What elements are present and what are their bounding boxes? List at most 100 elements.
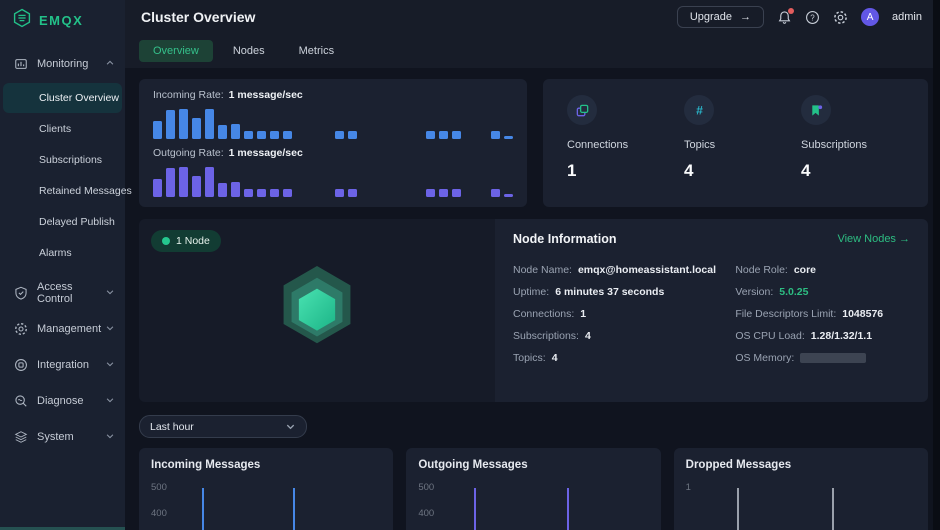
notifications-bell-icon[interactable] (777, 10, 792, 25)
node-info-row-topics: Topics: 4 (513, 347, 735, 369)
tab-overview[interactable]: Overview (139, 40, 213, 62)
y-axis-tick: 400 (418, 508, 434, 519)
outgoing-rate-bar (179, 167, 188, 197)
incoming-rate-bar (179, 109, 188, 139)
help-icon[interactable]: ? (805, 10, 820, 25)
node-info-row-os-memory: OS Memory: (735, 347, 910, 369)
outgoing-rate-bar (452, 189, 461, 197)
incoming-rate-bar (504, 136, 513, 139)
incoming-rate-bar (257, 131, 266, 139)
node-info-label: Subscriptions: (513, 330, 579, 342)
svg-text:#: # (696, 103, 703, 117)
outgoing-rate-bar (439, 189, 448, 197)
y-axis-tick: 1 (686, 482, 691, 493)
outgoing-messages-spike (474, 488, 476, 530)
plug-icon (13, 358, 29, 372)
node-information-panel: Node Information View Nodes → Node Name:… (495, 219, 928, 402)
message-rate-panel: Incoming Rate:1 message/secOutgoing Rate… (139, 79, 527, 207)
page-scrollbar[interactable] (933, 0, 940, 530)
incoming-rate-bar (426, 131, 435, 139)
page-title: Cluster Overview (141, 9, 677, 25)
sidebar-item-subscriptions[interactable]: Subscriptions (3, 145, 122, 175)
outgoing-messages-spike (567, 488, 569, 530)
incoming-rate-bar (452, 131, 461, 139)
avatar[interactable]: A (861, 8, 879, 26)
incoming-rate-bar (192, 118, 201, 139)
outgoing-rate-bar (335, 189, 344, 197)
app-logo[interactable]: EMQX (0, 0, 125, 40)
y-axis-tick: 500 (418, 482, 434, 493)
node-info-label: OS Memory: (735, 352, 794, 364)
stat-card-topics: #Topics4 (684, 95, 801, 207)
sidebar-item-clients[interactable]: Clients (3, 114, 122, 144)
sidebar-item-cluster-overview[interactable]: Cluster Overview (3, 83, 122, 113)
outgoing-messages-chart: Outgoing Messages500400 (406, 448, 660, 530)
sidebar-section-system[interactable]: System (0, 421, 125, 453)
stat-label: Subscriptions (801, 139, 918, 151)
message-charts-row: Incoming Messages500400Outgoing Messages… (139, 448, 928, 530)
sidebar-section-integration[interactable]: Integration (0, 349, 125, 381)
time-range-select[interactable]: Last hour (139, 415, 307, 438)
node-info-row-node-role: Node Role:core (735, 259, 910, 281)
node-info-row-version: Version: 5.0.25 (735, 281, 910, 303)
dropped-messages-spike (737, 488, 739, 530)
dropped-messages-chart: Dropped Messages1 (674, 448, 928, 530)
node-info-row-file-descriptors-limit: File Descriptors Limit:1048576 (735, 303, 910, 325)
incoming-rate-bar (439, 131, 448, 139)
connections-icon (567, 95, 597, 125)
sidebar-section-label: System (37, 431, 105, 443)
dropped-messages-plot: 1 (686, 474, 918, 530)
node-info-title: Node Information (513, 232, 616, 246)
outgoing-rate-chart (153, 165, 513, 197)
node-info-value: 4 (552, 352, 558, 364)
node-info-left-column: Node Name: emqx@homeassistant.local Uptime… (513, 259, 735, 369)
node-info-value: 1048576 (842, 308, 883, 320)
tab-nodes[interactable]: Nodes (219, 40, 279, 62)
node-info-right-column: Node Role:core Version: 5.0.25 File Descrip… (735, 259, 910, 369)
incoming-messages-chart: Incoming Messages500400 (139, 448, 393, 530)
node-info-value: 5.0.25 (779, 286, 808, 298)
view-nodes-link[interactable]: View Nodes → (837, 233, 910, 245)
incoming-rate-bar (205, 109, 214, 139)
stat-label: Topics (684, 139, 801, 151)
incoming-rate-chart (153, 107, 513, 139)
sidebar-section-label: Integration (37, 359, 105, 371)
sidebar-section-diagnose[interactable]: Diagnose (0, 385, 125, 417)
node-info-label: Uptime: (513, 286, 549, 298)
outgoing-rate-bar (166, 168, 175, 197)
chevron-down-icon (105, 323, 115, 336)
sidebar-section-management[interactable]: Management (0, 313, 125, 345)
incoming-rate-label: Incoming Rate:1 message/sec (153, 89, 513, 101)
node-info-label: Version: (735, 286, 773, 298)
sidebar-item-alarms[interactable]: Alarms (3, 238, 122, 268)
incoming-rate-bar (491, 131, 500, 139)
sidebar-section-label: Access Control (37, 281, 105, 305)
node-info-value: emqx@homeassistant.local (578, 264, 716, 276)
incoming-rate-bar (348, 131, 357, 139)
sidebar-item-delayed-publish[interactable]: Delayed Publish (3, 207, 122, 237)
incoming-rate-bar (283, 131, 292, 139)
outgoing-rate-bar (218, 183, 227, 197)
node-info-value: core (794, 264, 816, 276)
sidebar-section-access-control[interactable]: Access Control (0, 277, 125, 309)
subscriptions-icon (801, 95, 831, 125)
sidebar-nav: MonitoringCluster OverviewClientsSubscri… (0, 40, 125, 530)
node-info-label: Topics: (513, 352, 546, 364)
tab-metrics[interactable]: Metrics (285, 40, 348, 62)
y-axis-tick: 500 (151, 482, 167, 493)
shield-icon (13, 286, 29, 300)
upgrade-button[interactable]: Upgrade → (677, 6, 764, 28)
outgoing-rate-bar (504, 194, 513, 197)
incoming-rate-bar (244, 131, 253, 139)
outgoing-messages-plot: 500 400 (418, 474, 650, 530)
outgoing-rate-bar (205, 167, 214, 197)
layers-icon (13, 430, 29, 444)
incoming-messages-spike (293, 488, 295, 530)
node-info-row-connections: Connections:1 (513, 303, 735, 325)
sidebar-item-retained-messages[interactable]: Retained Messages (3, 176, 122, 206)
node-info-label: Node Name: (513, 264, 572, 276)
outgoing-rate-bar (192, 176, 201, 197)
settings-gear-icon[interactable] (833, 10, 848, 25)
sidebar-section-monitoring[interactable]: Monitoring (0, 48, 125, 80)
incoming-messages-title: Incoming Messages (151, 459, 381, 471)
